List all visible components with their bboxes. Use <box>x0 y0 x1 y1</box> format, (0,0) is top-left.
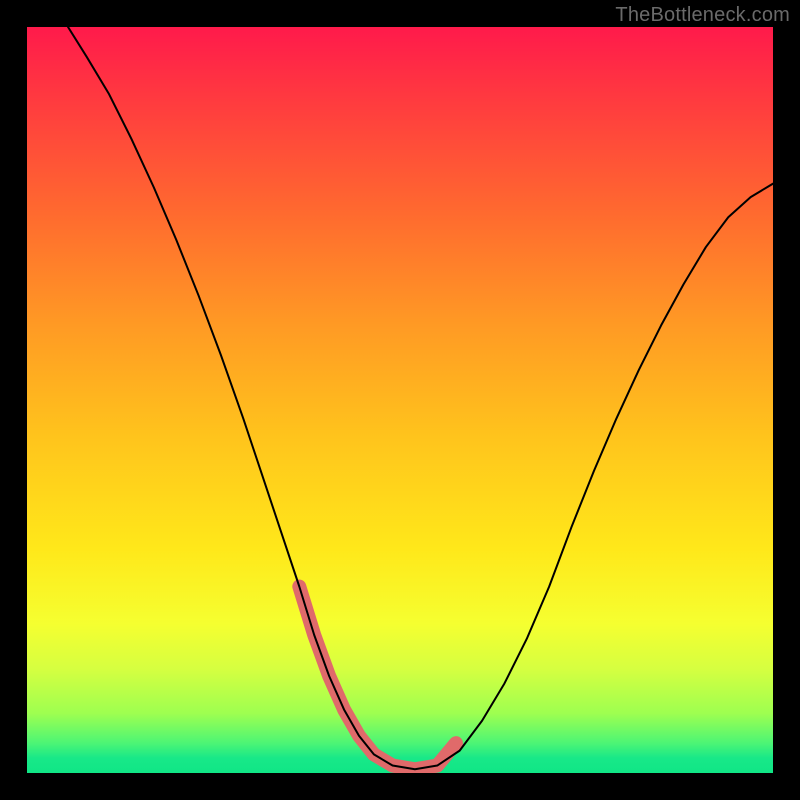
chart-svg <box>27 27 773 773</box>
watermark-text: TheBottleneck.com <box>615 4 790 27</box>
plot-area <box>27 27 773 773</box>
main-curve-path <box>68 27 773 769</box>
chart-container: TheBottleneck.com <box>0 0 800 800</box>
highlight-valley-path <box>299 587 456 770</box>
